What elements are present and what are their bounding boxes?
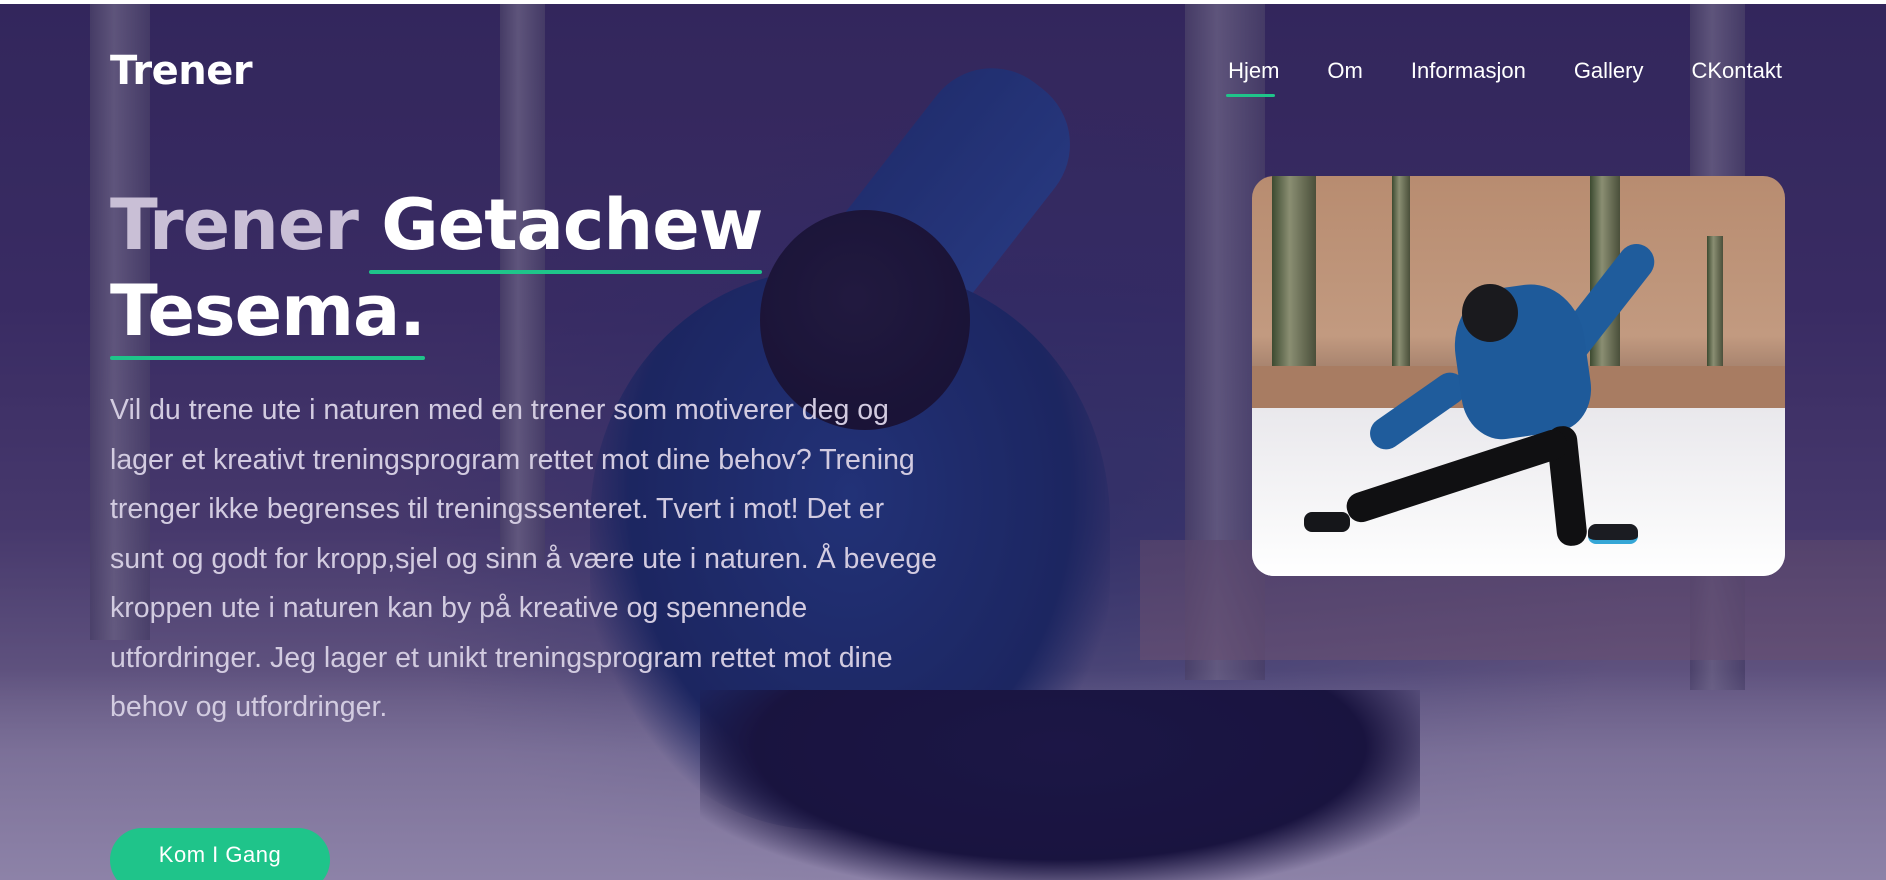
- nav-item-kontakt[interactable]: CKontakt: [1692, 58, 1783, 84]
- hero-description: Vil du trene ute i naturen med en trener…: [110, 394, 938, 723]
- photo-person-shoe: [1588, 524, 1638, 544]
- site-logo[interactable]: Trener: [110, 48, 253, 94]
- hero-title-surname: Tesema.: [110, 270, 426, 360]
- nav-item-informasjon[interactable]: Informasjon: [1411, 58, 1526, 84]
- nav-item-om[interactable]: Om: [1327, 58, 1362, 84]
- hero-heading: Trener Getachew Tesema.: [110, 182, 763, 360]
- hero-heading-line2: Tesema.: [110, 268, 762, 360]
- photo-person-head: [1462, 284, 1518, 342]
- top-border: [0, 0, 1886, 4]
- hero-title-trener: Trener: [110, 184, 359, 266]
- get-started-button[interactable]: Kom I Gang: [110, 828, 330, 880]
- nav-item-gallery[interactable]: Gallery: [1574, 58, 1644, 84]
- trainer-photo: [1252, 176, 1785, 576]
- main-nav: Hjem Om Informasjon Gallery CKontakt: [1226, 58, 1783, 97]
- hero-heading-line1: Trener Getachew: [110, 182, 763, 274]
- photo-person-shoe: [1304, 512, 1350, 532]
- nav-item-hjem[interactable]: Hjem: [1226, 58, 1279, 97]
- hero-title-name: Getachew: [369, 184, 763, 274]
